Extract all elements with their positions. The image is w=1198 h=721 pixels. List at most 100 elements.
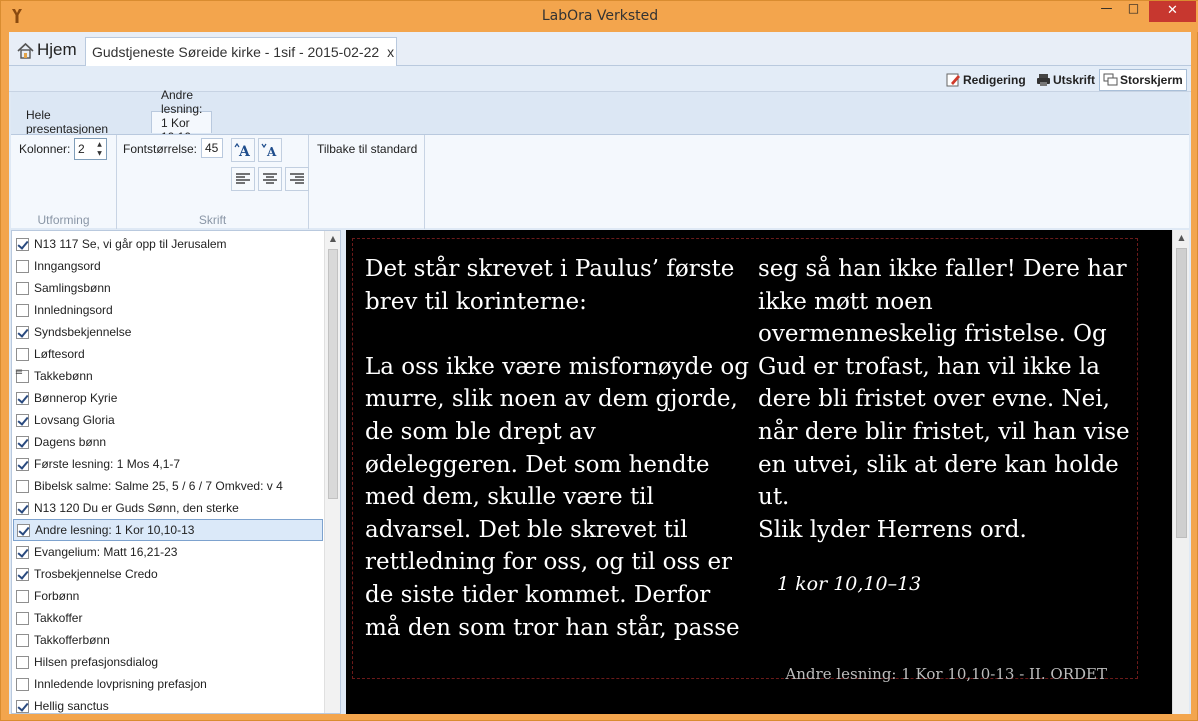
printer-icon	[1037, 74, 1050, 86]
item-checkbox[interactable]	[16, 633, 29, 647]
list-item[interactable]: Bibelsk salme: Salme 25, 5 / 6 / 7 Omkve…	[13, 475, 323, 497]
item-checkbox[interactable]	[16, 611, 29, 625]
slide-footer: Andre lesning: 1 Kor 10,10-13 - II. ORDE…	[785, 665, 1107, 683]
list-item[interactable]: Hilsen prefasjonsdialog	[13, 651, 323, 673]
list-item[interactable]: Andre lesning: 1 Kor 10,10-13	[13, 519, 323, 541]
bigscreen-mode-button[interactable]: Storskjerm	[1099, 69, 1187, 91]
tab-whole-presentation[interactable]: Hele presentasjonen	[17, 108, 117, 136]
item-checkbox[interactable]	[16, 259, 29, 273]
item-checkbox[interactable]	[16, 281, 29, 295]
program-items-list: N13 117 Se, vi går opp til Jerusalem Inng…	[11, 230, 341, 714]
print-mode-button[interactable]: Utskrift	[1033, 69, 1098, 91]
list-item-label: Samlingsbønn	[34, 281, 111, 295]
list-item-label: Hellig sanctus	[34, 699, 109, 713]
list-item[interactable]: Løftesord	[13, 343, 323, 365]
list-item[interactable]: Første lesning: 1 Mos 4,1-7	[13, 453, 323, 475]
list-item[interactable]: Inngangsord	[13, 255, 323, 277]
item-checkbox[interactable]	[16, 325, 29, 339]
close-button[interactable]: ✕	[1149, 1, 1196, 22]
step-down-icon[interactable]: ▼	[94, 149, 105, 158]
ribbon-panel: Kolonner: 2 ▲ ▼ Utforming Fontstørrelse:…	[11, 134, 1189, 229]
slide-frame: Det står skrevet i Paulus’ første brev t…	[352, 238, 1138, 683]
document-tab-label: Gudstjeneste Søreide kirke - 1sif - 2015…	[92, 44, 380, 60]
item-checkbox[interactable]	[16, 501, 29, 515]
maximize-button[interactable]: □	[1120, 1, 1147, 22]
item-checkbox[interactable]	[16, 567, 29, 581]
align-right-icon	[290, 173, 304, 184]
columns-value[interactable]: 2	[78, 142, 85, 156]
home-icon	[17, 42, 34, 59]
list-item[interactable]: Hellig sanctus	[13, 695, 323, 713]
item-checkbox[interactable]	[16, 347, 29, 361]
slide-text-column-2: seg så han ikke faller! Dere har ikke mø…	[758, 256, 1130, 543]
pencil-icon	[946, 73, 960, 87]
list-item-label: Takkoffer	[34, 611, 83, 625]
align-center-button[interactable]	[258, 167, 282, 191]
item-checkbox[interactable]	[16, 303, 29, 317]
list-item[interactable]: Lovsang Gloria	[13, 409, 323, 431]
list-item[interactable]: N13 120 Du er Guds Sønn, den sterke	[13, 497, 323, 519]
font-size-field[interactable]: 45	[201, 138, 223, 158]
step-up-icon[interactable]: ▲	[94, 140, 105, 149]
item-checkbox[interactable]	[16, 413, 29, 427]
increase-font-button[interactable]: A	[231, 138, 255, 162]
list-item[interactable]: Takkebønn	[13, 365, 323, 387]
minimize-button[interactable]: —	[1093, 1, 1120, 22]
list-item-label: Forbønn	[34, 589, 80, 603]
home-tab[interactable]: Hjem	[13, 36, 81, 64]
list-item[interactable]: Innledende lovprisning prefasjon	[13, 673, 323, 695]
reset-button[interactable]: Tilbake til standard	[317, 142, 417, 156]
splitter-grip-icon[interactable]: ≡	[14, 367, 24, 378]
decrease-font-button[interactable]: A	[258, 138, 282, 162]
item-checkbox[interactable]	[17, 523, 30, 537]
list-item[interactable]: Syndsbekjennelse	[13, 321, 323, 343]
font-shrink-icon: A	[261, 143, 277, 159]
close-tab-icon[interactable]: x	[387, 44, 394, 60]
app-window: LabOra Verksted — □ ✕ Hjem Gudstjeneste …	[0, 0, 1198, 721]
list-item[interactable]: Forbønn	[13, 585, 323, 607]
editing-mode-label: Redigering	[963, 73, 1026, 87]
item-checkbox[interactable]	[16, 545, 29, 559]
list-item[interactable]: Innledningsord	[13, 299, 323, 321]
list-item-label: Hilsen prefasjonsdialog	[34, 655, 159, 669]
item-checkbox[interactable]	[16, 391, 29, 405]
preview-scroll-up-icon[interactable]: ▲	[1173, 230, 1190, 246]
list-item[interactable]: Takkoffer	[13, 607, 323, 629]
item-checkbox[interactable]	[16, 677, 29, 691]
list-item[interactable]: Samlingsbønn	[13, 277, 323, 299]
align-left-button[interactable]	[231, 167, 255, 191]
item-checkbox[interactable]	[16, 589, 29, 603]
document-tabs: Hjem Gudstjeneste Søreide kirke - 1sif -…	[9, 32, 1191, 66]
window-title: LabOra Verksted	[541, 8, 659, 24]
item-checkbox[interactable]	[16, 435, 29, 449]
align-left-icon	[236, 173, 250, 184]
document-tab[interactable]: Gudstjeneste Søreide kirke - 1sif - 2015…	[85, 37, 397, 66]
item-checkbox[interactable]	[16, 655, 29, 669]
list-scrollbar[interactable]: ▲	[324, 231, 340, 713]
item-checkbox[interactable]	[16, 479, 29, 493]
title-bar[interactable]: LabOra Verksted — □ ✕	[1, 1, 1198, 32]
list-item[interactable]: Dagens bønn	[13, 431, 323, 453]
tab-second-reading[interactable]: Andre lesning: 1 Kor 10,10-13	[151, 88, 213, 158]
list-item[interactable]: Trosbekjennelse Credo	[13, 563, 323, 585]
list-item[interactable]: Takkofferbønn	[13, 629, 323, 651]
align-right-button[interactable]	[285, 167, 309, 191]
list-item[interactable]: N13 117 Se, vi går opp til Jerusalem	[13, 233, 323, 255]
list-item[interactable]: Bønnerop Kyrie	[13, 387, 323, 409]
editing-mode-button[interactable]: Redigering	[943, 69, 1029, 91]
list-item-label: N13 117 Se, vi går opp til Jerusalem	[34, 237, 227, 251]
preview-scroll-thumb[interactable]	[1176, 248, 1187, 538]
home-tab-label: Hjem	[37, 40, 77, 59]
font-group: Fontstørrelse: 45 A A Skrift	[117, 135, 309, 229]
preview-scrollbar[interactable]: ▲	[1172, 230, 1189, 714]
font-size-label: Fontstørrelse:	[123, 142, 198, 156]
item-checkbox[interactable]	[16, 699, 29, 713]
list-item[interactable]: Evangelium: Matt 16,21-23	[13, 541, 323, 563]
item-checkbox[interactable]	[16, 237, 29, 251]
scroll-up-icon[interactable]: ▲	[325, 231, 340, 247]
columns-stepper[interactable]: 2 ▲ ▼	[74, 138, 107, 160]
list-scroll-thumb[interactable]	[328, 249, 338, 499]
scripture-reference: 1 kor 10,10–13	[777, 573, 922, 595]
item-checkbox[interactable]	[16, 457, 29, 471]
list-item-label: Evangelium: Matt 16,21-23	[34, 545, 178, 559]
